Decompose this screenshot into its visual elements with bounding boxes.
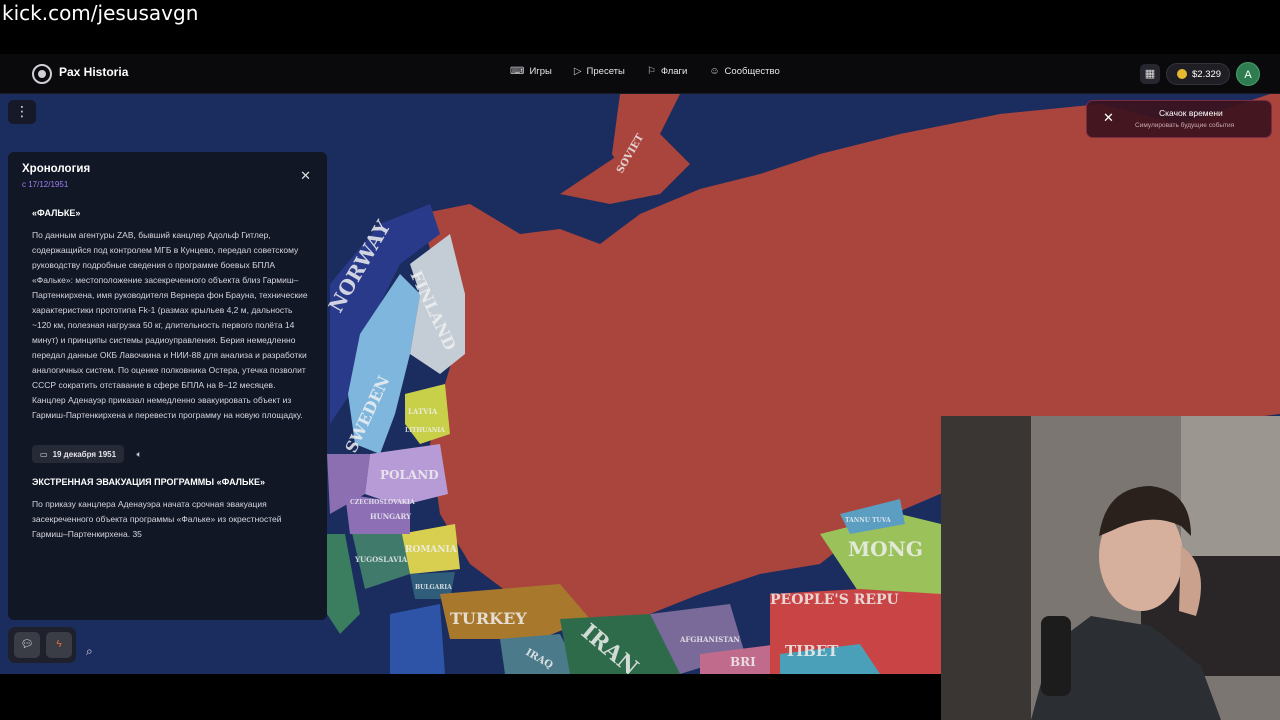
panel-since-date: с 17/12/1951: [22, 180, 69, 189]
nav-community-label: Сообщество: [724, 66, 780, 77]
map-label-tibet: TIBET: [785, 642, 839, 660]
top-navigation-bar: Pax Historia ⌨ Игры ▷ Пресеты ⚐ Флаги ☺ …: [0, 54, 1280, 94]
nav-presets[interactable]: ▷ Пресеты: [574, 66, 625, 77]
pax-historia-logo-icon[interactable]: [32, 64, 52, 84]
brand-name[interactable]: Pax Historia: [59, 65, 128, 79]
map-label-mong: MONG: [848, 537, 923, 561]
map-label-peoples-repu: PEOPLE'S REPU: [770, 592, 899, 608]
map-label-turkey: TURKEY: [450, 609, 527, 628]
balance-badge[interactable]: $2.329: [1166, 63, 1230, 85]
time-jump-toast[interactable]: ✕ Скачок времени Симулировать будущие со…: [1086, 100, 1272, 138]
toast-title: Скачок времени: [1159, 108, 1223, 118]
entry2-date: 19 декабря 1951: [52, 449, 117, 459]
greece-region: [390, 604, 445, 674]
users-icon: ☺: [709, 66, 720, 77]
balance-value: $2.329: [1192, 68, 1222, 80]
coin-icon: [1177, 69, 1187, 79]
entry2-text: По приказу канцлера Аденауэра начата сро…: [32, 499, 282, 539]
panel-close-icon[interactable]: ✕: [300, 168, 311, 184]
toast-subtitle: Симулировать будущие события: [1135, 122, 1235, 129]
speaker-icon[interactable]: 🔈︎: [136, 447, 141, 462]
bottom-toolbar: 💬︎ ϟ: [8, 627, 76, 663]
search-icon[interactable]: ⌕: [86, 644, 93, 659]
lightning-icon[interactable]: ϟ: [46, 632, 72, 658]
grid-icon: ▦: [1144, 68, 1156, 80]
stream-bottom-strip: [0, 674, 941, 720]
map-label-poland: POLAND: [380, 468, 439, 482]
entry2-heading: ЭКСТРЕННАЯ ЭВАКУАЦИЯ ПРОГРАММЫ «ФАЛЬКЕ»: [32, 477, 265, 487]
nav-games-label: Игры: [529, 66, 552, 77]
map-label-tannu-tuva: TANNU TUVA: [845, 517, 891, 524]
nav-presets-label: Пресеты: [586, 66, 625, 77]
map-label-bulgaria: BULGARIA: [415, 584, 452, 591]
map-label-czechoslovakia: CZECHOSLOVAKIA: [350, 499, 415, 506]
timeline-body[interactable]: «ФАЛЬКЕ» По данным агентуры ZAB, бывший …: [32, 206, 308, 542]
timeline-panel: Хронология с 17/12/1951 ✕ «ФАЛЬКЕ» По да…: [8, 152, 327, 620]
entry2-date-chip: ▭ 19 декабря 1951: [32, 445, 125, 463]
user-avatar[interactable]: A: [1236, 62, 1260, 86]
chat-icon[interactable]: 💬︎: [14, 632, 40, 658]
map-label-afghanistan: AFGHANISTAN: [679, 635, 740, 644]
play-icon: ▷: [573, 66, 582, 77]
apps-grid-button[interactable]: ▦: [1140, 64, 1160, 84]
map-label-yugoslavia: YUGOSLAVIA: [354, 555, 408, 564]
panel-title: Хронология: [22, 163, 91, 175]
map-label-bri: BRI: [730, 655, 756, 669]
map-label-lithuania: LITHUANIA: [405, 427, 445, 434]
nav-flags[interactable]: ⚐ Флаги: [647, 66, 687, 77]
calendar-icon: ▭: [40, 449, 48, 459]
nav-games[interactable]: ⌨ Игры: [510, 66, 552, 77]
streamer-webcam: [941, 416, 1280, 720]
gamepad-icon: ⌨: [510, 66, 525, 77]
entry1-heading: «ФАЛЬКЕ»: [32, 208, 81, 218]
stream-url: kick.com/jesusavgn: [2, 1, 199, 25]
nav-community[interactable]: ☺ Сообщество: [709, 66, 779, 77]
nav-flags-label: Флаги: [660, 66, 688, 77]
more-vertical-icon: ⋮: [15, 103, 29, 119]
close-icon[interactable]: ✕: [1103, 110, 1114, 126]
map-label-romania: ROMANIA: [405, 545, 458, 555]
main-nav: ⌨ Игры ▷ Пресеты ⚐ Флаги ☺ Сообщество: [510, 66, 780, 77]
entry1-text: По данным агентуры ZAB, бывший канцлер А…: [32, 230, 308, 420]
map-label-hungary: HUNGARY: [370, 512, 412, 521]
side-menu-button[interactable]: ⋮: [8, 100, 36, 124]
flag-icon: ⚐: [646, 66, 656, 77]
map-label-latvia: LATVIA: [408, 407, 438, 416]
